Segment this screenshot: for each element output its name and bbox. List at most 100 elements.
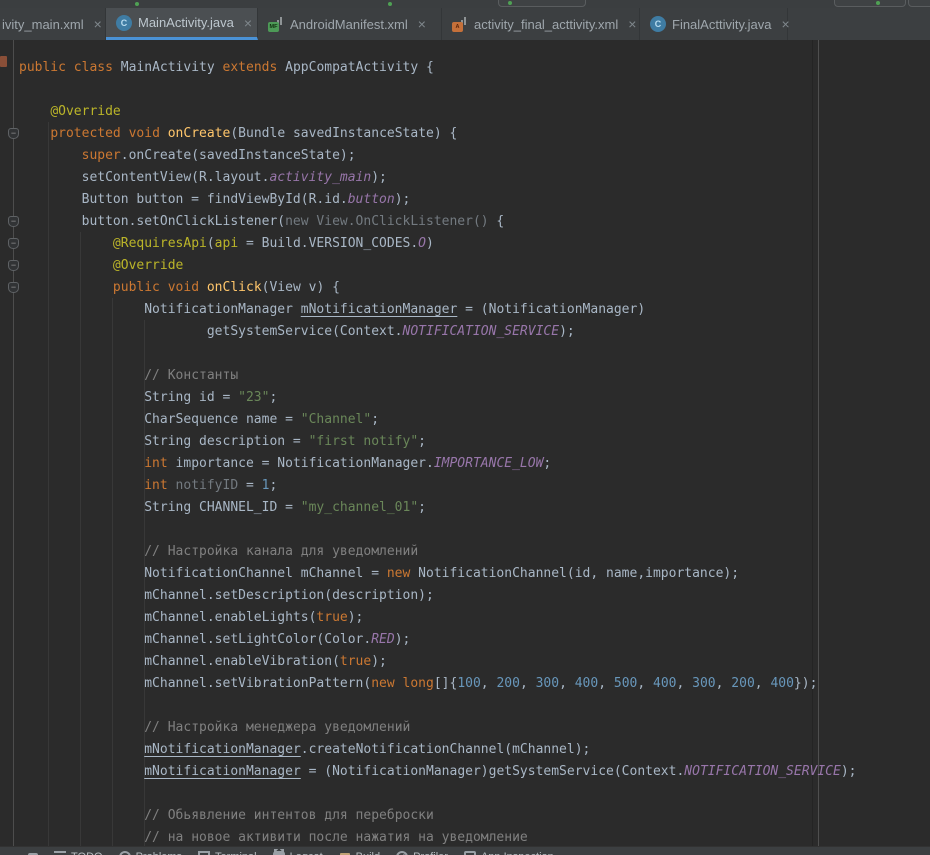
code-line[interactable]: protected void onCreate(Bundle savedInst… [0,123,930,145]
code-line[interactable] [0,519,930,541]
code-token [19,258,113,273]
code-line[interactable]: Button button = findViewById(R.id.button… [0,189,930,211]
code-line[interactable]: int notifyID = 1; [0,475,930,497]
code-line[interactable]: mNotificationManager = (NotificationMana… [0,761,930,783]
tool-window-label: Build [356,851,380,855]
close-icon[interactable]: × [94,17,102,31]
code-line[interactable]: mChannel.enableLights(true); [0,607,930,629]
tool-window-button-app-inspection[interactable]: App Inspection [464,851,554,855]
code-line[interactable] [0,79,930,101]
code-line[interactable]: String description = "first notify"; [0,431,930,453]
tool-window-button-build[interactable]: Build [339,851,380,855]
code-token: super [82,148,121,163]
run-status-dot [135,2,139,6]
class-icon: C [650,16,666,32]
code-token: ); [395,192,411,207]
tab-mainactivity-java[interactable]: CMainActivity.java× [106,8,258,40]
code-line[interactable]: mChannel.enableVibration(true); [0,651,930,673]
code-token: ); [841,764,857,779]
code-line[interactable]: String id = "23"; [0,387,930,409]
tab-bar: ivity_main.xml×CMainActivity.java×MFAndr… [0,8,930,40]
code-token: 500 [614,676,637,691]
close-icon[interactable]: × [781,17,789,31]
code-token: NOTIFICATION_SERVICE [403,324,560,339]
tool-window-button-terminal[interactable]: Terminal [198,851,257,855]
code-line[interactable]: @RequiresApi(api = Build.VERSION_CODES.O… [0,233,930,255]
fold-marker[interactable]: − [8,128,19,139]
code-line[interactable]: mChannel.setDescription(description); [0,585,930,607]
code-line[interactable]: NotificationManager mNotificationManager… [0,299,930,321]
code-line[interactable]: // Обьявление интентов для переброски [0,805,930,827]
close-icon[interactable]: × [418,17,426,31]
code-token: int [144,478,167,493]
code-line[interactable]: public class MainActivity extends AppCom… [0,57,930,79]
code-token: []{ [434,676,457,691]
code-line[interactable]: // Настройка канала для уведомлений [0,541,930,563]
tab-ivity-main-xml[interactable]: ivity_main.xml× [0,8,106,40]
toolbar-strip [0,0,930,8]
code-token [19,742,144,757]
code-token: true [316,610,347,625]
code-token: activity_main [269,170,371,185]
fold-marker[interactable]: − [8,282,19,293]
code-token: "Channel" [301,412,371,427]
tool-window-button-todo[interactable]: TODO [54,851,103,855]
code-line[interactable]: CharSequence name = "Channel"; [0,409,930,431]
code-line[interactable]: // Константы [0,365,930,387]
toolbar-button[interactable] [908,0,930,7]
tab-activity-final-acttivity-xml[interactable]: Aactivity_final_acttivity.xml× [442,8,640,40]
code-area[interactable]: public class MainActivity extends AppCom… [0,57,930,846]
code-line[interactable]: NotificationChannel mChannel = new Notif… [0,563,930,585]
code-token: importance = NotificationManager. [168,456,434,471]
code-line[interactable]: // на новое активити после нажатия на ув… [0,827,930,846]
code-line[interactable]: setContentView(R.layout.activity_main); [0,167,930,189]
code-token: String description = [19,434,309,449]
code-token: mNotificationManager [301,302,458,317]
code-token: 300 [692,676,715,691]
tab-finalacttivity-java[interactable]: CFinalActtivity.java× [640,8,788,40]
code-line[interactable]: super.onCreate(savedInstanceState); [0,145,930,167]
code-token [19,720,144,735]
code-token: new [387,566,410,581]
code-token: int [144,456,167,471]
code-line[interactable]: int importance = NotificationManager.IMP… [0,453,930,475]
code-line[interactable]: button.setOnClickListener(new View.OnCli… [0,211,930,233]
tab-androidmanifest-xml[interactable]: MFAndroidManifest.xml× [258,8,442,40]
tool-window-button-profiler[interactable]: Profiler [396,851,448,855]
code-token: void [129,126,160,141]
code-line[interactable]: mChannel.setLightColor(Color.RED); [0,629,930,651]
code-token: , [637,676,653,691]
fold-marker[interactable]: − [8,216,19,227]
code-token: notifyID [176,478,239,493]
tool-window-button-problems[interactable]: Problems [119,851,182,855]
code-line[interactable] [0,783,930,805]
code-token: ); [348,610,364,625]
code-line[interactable]: // Настройка менеджера уведомлений [0,717,930,739]
fold-marker[interactable]: − [8,260,19,271]
editor[interactable]: public class MainActivity extends AppCom… [0,40,930,846]
fold-marker[interactable]: − [8,238,19,249]
close-icon[interactable]: × [628,17,636,31]
code-line[interactable]: @Override [0,255,930,277]
code-line[interactable]: mChannel.setVibrationPattern(new long[]{… [0,673,930,695]
code-line[interactable]: @Override [0,101,930,123]
code-token: public [113,280,160,295]
code-line[interactable]: String CHANNEL_ID = "my_channel_01"; [0,497,930,519]
tool-window-button-logcat[interactable]: Logcat [273,851,323,855]
close-icon[interactable]: × [244,16,252,30]
code-token: long [403,676,434,691]
code-line[interactable]: getSystemService(Context.NOTIFICATION_SE… [0,321,930,343]
toolbar-button[interactable] [834,0,906,7]
code-line[interactable] [0,695,930,717]
code-line[interactable] [0,343,930,365]
run-status-dot [388,2,392,6]
code-token: , [716,676,732,691]
code-token: 400 [770,676,793,691]
code-token: ; [269,478,277,493]
code-line[interactable]: mNotificationManager.createNotificationC… [0,739,930,761]
code-token: // на новое активити после нажатия на ув… [144,830,528,845]
code-line[interactable]: public void onClick(View v) { [0,277,930,299]
tool-window-label: Terminal [215,851,257,855]
code-token: ); [371,170,387,185]
tool-window-label: App Inspection [481,851,554,855]
